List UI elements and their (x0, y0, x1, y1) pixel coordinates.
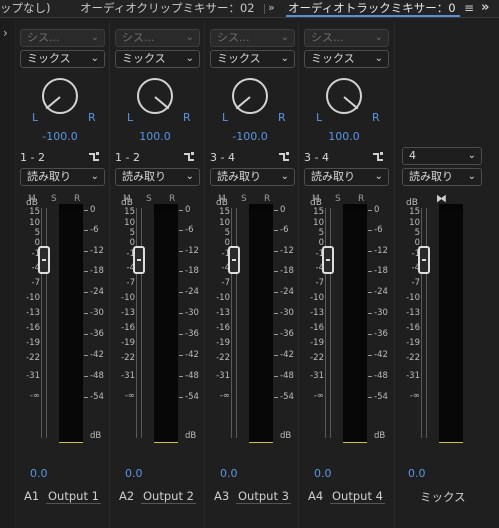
master-automation-dropdown[interactable]: 読み取り ⌄ (402, 168, 482, 186)
fader-tick-label: -10 (406, 293, 420, 303)
master-strip: 4 ⌄ 読み取り ⌄ ⧓ dB 15 10 5 0 -1 -4 -7 -10 -13 -16 -19 -22 -31… (0, 0, 499, 528)
fader-tick-label: 5 (414, 228, 420, 238)
fader-tick-label: -22 (406, 353, 420, 363)
fader-tick-label: -∞ (409, 391, 420, 401)
fader-tick-label: -16 (406, 323, 420, 333)
master-channels-label: 4 (409, 149, 416, 162)
fader-tick-label: -13 (406, 308, 420, 318)
master-automation-label: 読み取り (409, 170, 453, 183)
meter-floor-line (439, 442, 463, 443)
chevron-down-icon: ⌄ (467, 171, 476, 182)
master-channels-dropdown[interactable]: 4 ⌄ (402, 147, 482, 165)
fader-tick-label: -7 (411, 278, 420, 288)
master-name: ミックス (420, 490, 466, 504)
strip-divider (394, 22, 395, 528)
level-meter (439, 204, 463, 443)
fader-tick-label: 15 (409, 207, 420, 217)
fader-track (421, 208, 427, 438)
volume-fader-handle[interactable] (418, 246, 430, 274)
chevron-down-icon: ⌄ (467, 150, 476, 161)
fader-tick-label: -19 (406, 338, 420, 348)
peak-indicator[interactable] (439, 204, 463, 210)
fader-scale: 15 10 5 0 -1 -4 -7 -10 -13 -16 -19 -22 -31 -∞ (400, 208, 420, 408)
volume-value[interactable]: 0.0 (408, 467, 426, 480)
fader-tick-label: 10 (409, 218, 420, 228)
fader-tick-label: -31 (406, 371, 420, 381)
